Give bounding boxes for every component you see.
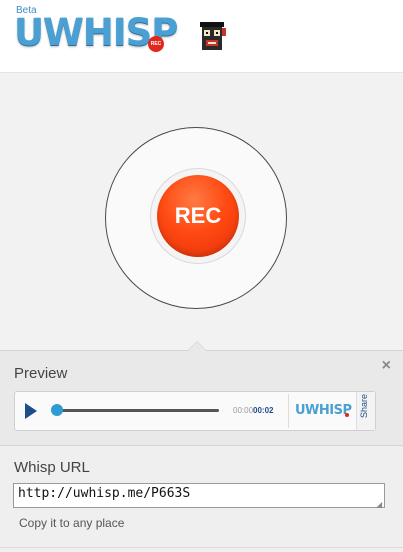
recorder-area: REC xyxy=(0,73,403,350)
whisp-url-field[interactable]: http://uwhisp.me/P663S xyxy=(13,483,385,508)
recorder-ring: REC xyxy=(105,127,287,309)
whisp-url-title: Whisp URL xyxy=(14,459,90,476)
divider xyxy=(0,547,403,548)
panel-pointer xyxy=(187,341,207,351)
progress-knob[interactable] xyxy=(51,404,63,416)
time-readout: 00:0000:02 xyxy=(233,406,274,415)
close-icon[interactable]: × xyxy=(382,357,391,375)
progress-track[interactable] xyxy=(55,409,219,412)
play-icon[interactable] xyxy=(25,403,37,419)
share-button[interactable]: Share xyxy=(356,392,375,430)
record-button[interactable]: REC xyxy=(157,175,239,257)
player-brand[interactable]: UWHISP xyxy=(295,403,352,418)
logo-rec-badge: REC xyxy=(148,36,164,52)
whisp-url-panel: Whisp URL http://uwhisp.me/P663S ◢ Copy … xyxy=(0,445,403,552)
audio-player: 00:0000:02 UWHISP Share xyxy=(14,391,376,431)
player-divider xyxy=(288,394,289,428)
app-header: Beta UWHISP REC xyxy=(0,0,403,73)
copy-hint: Copy it to any place xyxy=(19,516,125,530)
player-brand-dot xyxy=(345,413,349,417)
preview-panel: Preview × 00:0000:02 UWHISP Share xyxy=(0,341,403,446)
share-label: Share xyxy=(359,393,369,418)
mascot-icon xyxy=(200,22,226,50)
preview-title: Preview xyxy=(14,365,68,382)
resize-grip-icon[interactable]: ◢ xyxy=(376,500,382,509)
rec-button-frame: REC xyxy=(150,168,246,264)
time-elapsed: 00:00 xyxy=(233,406,254,415)
time-total: 00:02 xyxy=(253,406,274,415)
